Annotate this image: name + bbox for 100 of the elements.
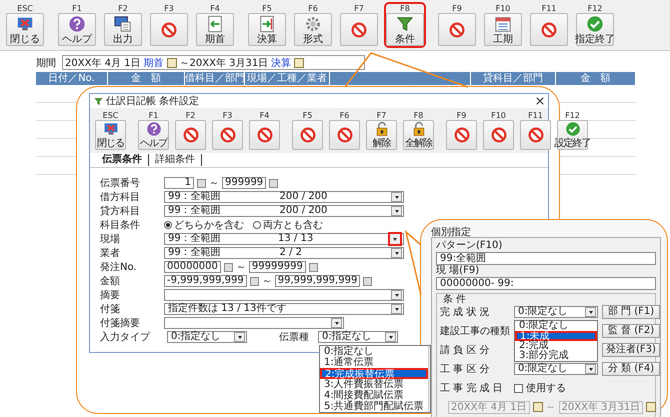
select-field[interactable]: 99：全範囲 200 / 200 — [164, 205, 404, 217]
field-value: 0:指定なし — [322, 331, 372, 342]
dropdown-button[interactable] — [585, 364, 596, 374]
list-option[interactable]: 4:間接費配賦伝票 — [320, 390, 428, 401]
dropdown-button[interactable] — [331, 318, 342, 328]
list-option[interactable]: 3:人件費振替伝票 — [320, 379, 428, 390]
dropdown-button[interactable] — [234, 332, 245, 342]
calendar-button[interactable] — [294, 58, 304, 68]
list-option[interactable]: 3:部分完成 — [515, 351, 597, 361]
dropdown-button[interactable] — [391, 206, 402, 216]
help-button[interactable]: ヘルプ — [58, 13, 96, 46]
range-separator: ～ — [236, 261, 246, 274]
dropdown-button[interactable] — [391, 304, 402, 314]
monitor-x-icon — [102, 121, 120, 137]
tab[interactable]: 伝票条件 — [96, 154, 149, 166]
format-button[interactable]: 形式 — [294, 13, 332, 46]
unlock-button[interactable]: 解除 — [366, 120, 397, 150]
lookup-button[interactable]: 部 門 (F1) — [602, 305, 660, 319]
dropdown-button[interactable] — [391, 290, 402, 300]
help-button[interactable]: ヘルプ — [138, 120, 169, 150]
calendar-button[interactable] — [646, 402, 656, 412]
calendar-button[interactable] — [166, 58, 177, 68]
scrollbar[interactable] — [428, 346, 430, 412]
function-key-label: F3 — [164, 4, 174, 13]
close-button[interactable]: 閉じる — [6, 13, 44, 46]
settlement-button[interactable]: 決算 — [248, 13, 286, 46]
select-field[interactable]: 0:限定なし — [514, 363, 598, 375]
dropdown-button[interactable] — [391, 192, 402, 202]
date-text: 20XX年 4月 1日 — [65, 56, 141, 70]
dropdown-button[interactable] — [585, 307, 596, 317]
column-header: 金 額 — [108, 72, 185, 85]
finish-button[interactable]: 設定終了 — [557, 120, 588, 150]
number-field[interactable]: 1 — [164, 177, 194, 189]
site-field[interactable]: 00000000- 99: — [436, 277, 656, 290]
picker-button[interactable] — [197, 178, 206, 188]
dropdown-button[interactable] — [385, 332, 396, 342]
caret-icon — [394, 252, 398, 254]
list-option[interactable]: 1:通常伝票 — [320, 357, 428, 368]
function-key-label: F6 — [340, 111, 350, 120]
no-entry-icon — [182, 126, 200, 144]
select-field[interactable]: 99：全範囲 13 / 13 — [164, 233, 404, 245]
picker-button[interactable] — [224, 262, 233, 272]
period-start-button[interactable]: 期首 — [196, 13, 234, 46]
lookup-button[interactable]: 発注者(F3) — [602, 343, 660, 357]
period-start-link[interactable]: 期首 — [144, 56, 164, 70]
lookup-button[interactable]: 分 類 (F4) — [602, 362, 660, 376]
function-key-label: F8 — [400, 4, 410, 13]
picker-button[interactable] — [269, 178, 278, 188]
picker-button[interactable] — [363, 276, 372, 286]
picker-button[interactable] — [250, 276, 259, 286]
select-field[interactable] — [164, 317, 344, 329]
field-label: 摘要 — [100, 288, 121, 302]
no-entry-icon — [452, 126, 470, 144]
select-field[interactable]: 99：全範囲 2 / 2 — [164, 247, 404, 259]
function-key-label: F9 — [456, 111, 466, 120]
number-field[interactable]: 99,999,999,999 — [274, 275, 360, 287]
field-label: 現 場(F9) — [436, 265, 480, 276]
settlement-link[interactable]: 決算 — [271, 56, 292, 70]
finish-button[interactable]: 指定終了 — [576, 13, 614, 46]
dropdown-button[interactable] — [388, 232, 402, 246]
funnel-icon — [396, 14, 414, 32]
list-option[interactable]: 0:指定なし — [320, 346, 428, 357]
close-button[interactable]: 閉じる — [95, 120, 126, 150]
close-icon[interactable] — [536, 97, 544, 105]
number-field[interactable]: -9,999,999,999 — [164, 275, 247, 287]
field-label: 工 事 完 成 日 — [440, 382, 504, 395]
function-key-label: F1 — [72, 4, 82, 13]
list-option[interactable]: 5:共通費部門配賦伝票 — [320, 401, 428, 412]
calendar-button[interactable] — [532, 402, 543, 412]
schedule-button[interactable]: 工期 — [484, 13, 522, 46]
radio-button[interactable] — [164, 221, 172, 229]
list-option[interactable]: 2:完成 — [515, 341, 597, 351]
panel-title: 個別指定 — [431, 227, 471, 238]
select-field[interactable]: 0:指定なし — [167, 331, 247, 343]
select-field[interactable]: 99：全範囲 200 / 200 — [164, 191, 404, 203]
dropdown-button[interactable] — [391, 248, 402, 258]
tab[interactable]: 詳細条件 — [149, 154, 202, 166]
number-field[interactable]: 999999 — [222, 177, 266, 189]
no-entry-icon — [218, 126, 236, 144]
output-button[interactable]: 出力 — [104, 13, 142, 46]
no-entry-icon — [256, 126, 274, 144]
lookup-button[interactable]: 監 督 (F2) — [602, 324, 660, 338]
field-label: 金額 — [100, 274, 121, 288]
checkbox[interactable]: 使用する — [514, 381, 598, 395]
function-key-label: F3 — [222, 111, 232, 120]
field-label: 業者 — [100, 246, 121, 260]
period-field[interactable]: 20XX年 4月 1日 期首 ～20XX年 3月31日 決算 — [62, 55, 366, 70]
check-icon — [586, 14, 604, 32]
radio-button[interactable] — [253, 221, 261, 229]
filter-button[interactable]: 条件 — [386, 13, 424, 46]
list-option[interactable]: 0:限定なし — [515, 321, 597, 331]
select-field[interactable] — [164, 289, 404, 301]
picker-button[interactable] — [308, 262, 318, 272]
pattern-field[interactable]: 99:全範囲 — [436, 252, 656, 265]
help-icon — [144, 121, 162, 137]
unlock-button[interactable]: 全解除 — [403, 120, 434, 150]
number-field[interactable]: 99999999 — [248, 261, 306, 273]
select-field[interactable]: 指定件数は 13 / 13件です — [164, 303, 404, 315]
number-field[interactable]: 00000000 — [164, 261, 221, 273]
caret-icon — [393, 238, 397, 240]
